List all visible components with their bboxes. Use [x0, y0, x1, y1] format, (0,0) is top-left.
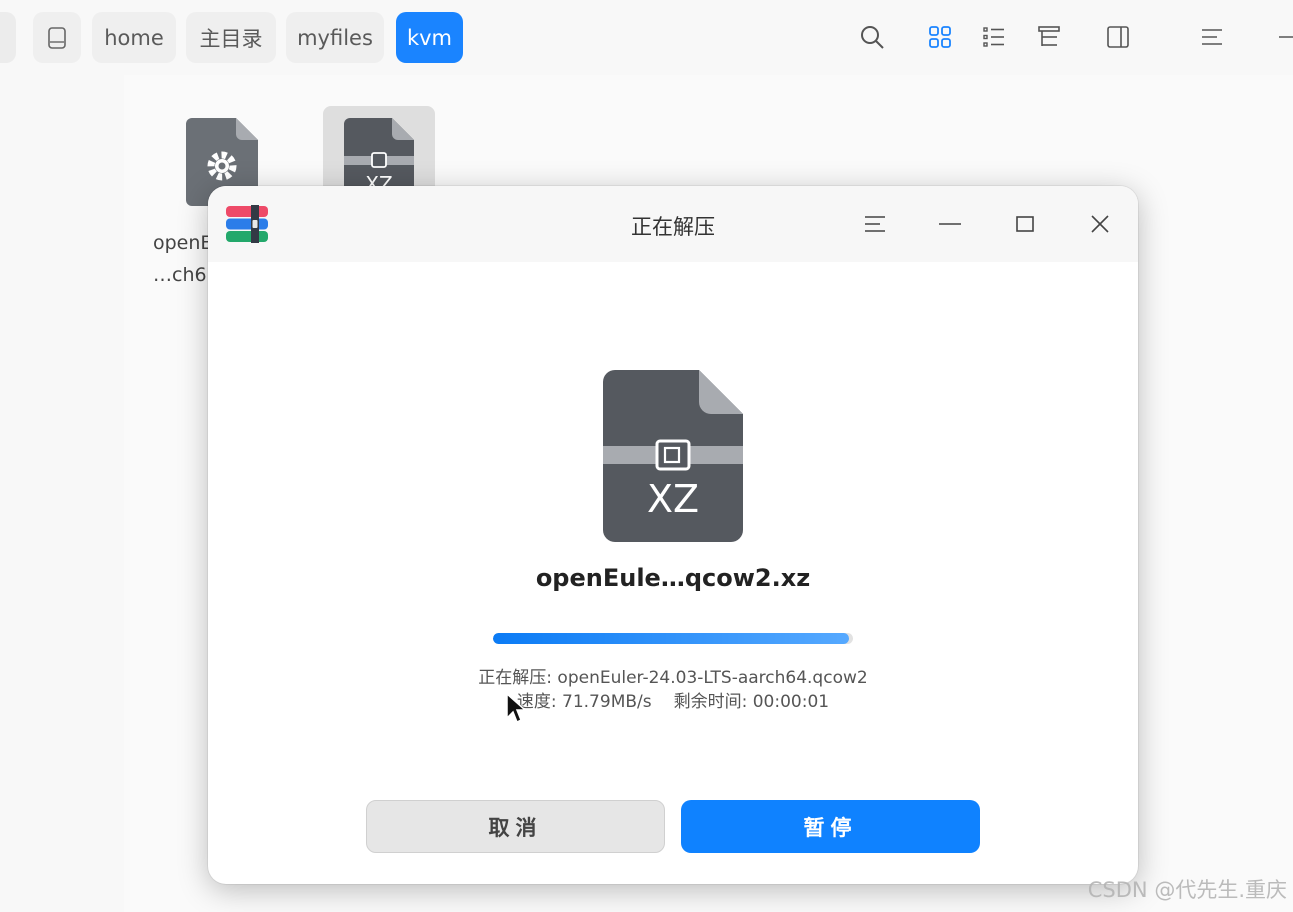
mouse-cursor-icon: [506, 692, 527, 724]
disk-icon: [48, 26, 66, 49]
breadcrumb-main-dir[interactable]: 主目录: [186, 12, 276, 63]
progress-fill: [493, 633, 850, 644]
extract-progress-dialog: 正在解压 XZ openEule…qcow2.xz 正在解压: openEule…: [208, 186, 1138, 884]
main-menu-button[interactable]: [1197, 22, 1227, 52]
xz-archive-icon: XZ: [603, 370, 743, 542]
dialog-titlebar[interactable]: 正在解压: [208, 186, 1138, 262]
breadcrumb-label: myfiles: [297, 25, 373, 50]
close-icon: [1091, 215, 1109, 233]
dialog-close-button[interactable]: [1082, 206, 1118, 242]
watermark: CSDN @代先生.重庆: [1087, 878, 1287, 902]
menu-icon: [865, 216, 885, 232]
breadcrumb-home[interactable]: home: [92, 12, 176, 63]
dialog-title: 正在解压: [631, 215, 715, 239]
pause-button[interactable]: 暂停: [681, 800, 980, 853]
minimize-icon: [939, 223, 961, 225]
archive-badge-text: XZ: [647, 477, 699, 521]
list-view-icon: [983, 27, 1004, 47]
search-button[interactable]: [857, 22, 887, 52]
dialog-maximize-button[interactable]: [1007, 206, 1043, 242]
search-icon: [861, 26, 884, 49]
minimize-icon: [1279, 36, 1293, 38]
archive-name: openEule…qcow2.xz: [535, 564, 811, 592]
detail-panel-button[interactable]: [1103, 22, 1133, 52]
extract-progress-bar: [493, 633, 853, 644]
dialog-minimize-button[interactable]: [932, 206, 968, 242]
maximize-icon: [1016, 216, 1034, 232]
breadcrumb-label: home: [104, 25, 164, 50]
detail-panel-icon: [1107, 26, 1129, 48]
breadcrumb-kvm[interactable]: kvm: [396, 12, 463, 63]
tree-view-icon: [1038, 26, 1060, 46]
menu-icon: [1202, 29, 1222, 45]
list-view-button[interactable]: [979, 22, 1009, 52]
window-minimize-button[interactable]: [1272, 22, 1293, 52]
breadcrumb-label: kvm: [406, 25, 453, 50]
breadcrumb-label: 主目录: [199, 26, 263, 51]
breadcrumb-myfiles[interactable]: myfiles: [286, 12, 384, 63]
tree-view-button[interactable]: [1034, 22, 1064, 52]
icon-view-button[interactable]: [925, 22, 955, 52]
archive-file-icon: XZ: [603, 370, 743, 546]
dialog-menu-button[interactable]: [857, 206, 893, 242]
back-button[interactable]: [0, 12, 16, 63]
sidebar: [0, 75, 124, 912]
cancel-button[interactable]: 取消: [366, 800, 665, 853]
speed-text: 速度: 71.79MB/s: [516, 692, 652, 712]
file-name-line2: …ch6: [153, 264, 207, 286]
file-name-line1: openE: [153, 232, 213, 254]
remaining-time-text: 剩余时间: 00:00:01: [673, 692, 830, 712]
icon-view-icon: [929, 26, 951, 48]
extract-status-text: 正在解压: openEuler-24.03-LTS-aarch64.qcow2: [478, 668, 868, 688]
file-manager-toolbar: home 主目录 myfiles kvm: [0, 0, 1293, 75]
breadcrumb-device[interactable]: [33, 12, 81, 63]
extract-stats: 速度: 71.79MB/s 剩余时间: 00:00:01: [208, 687, 1138, 712]
